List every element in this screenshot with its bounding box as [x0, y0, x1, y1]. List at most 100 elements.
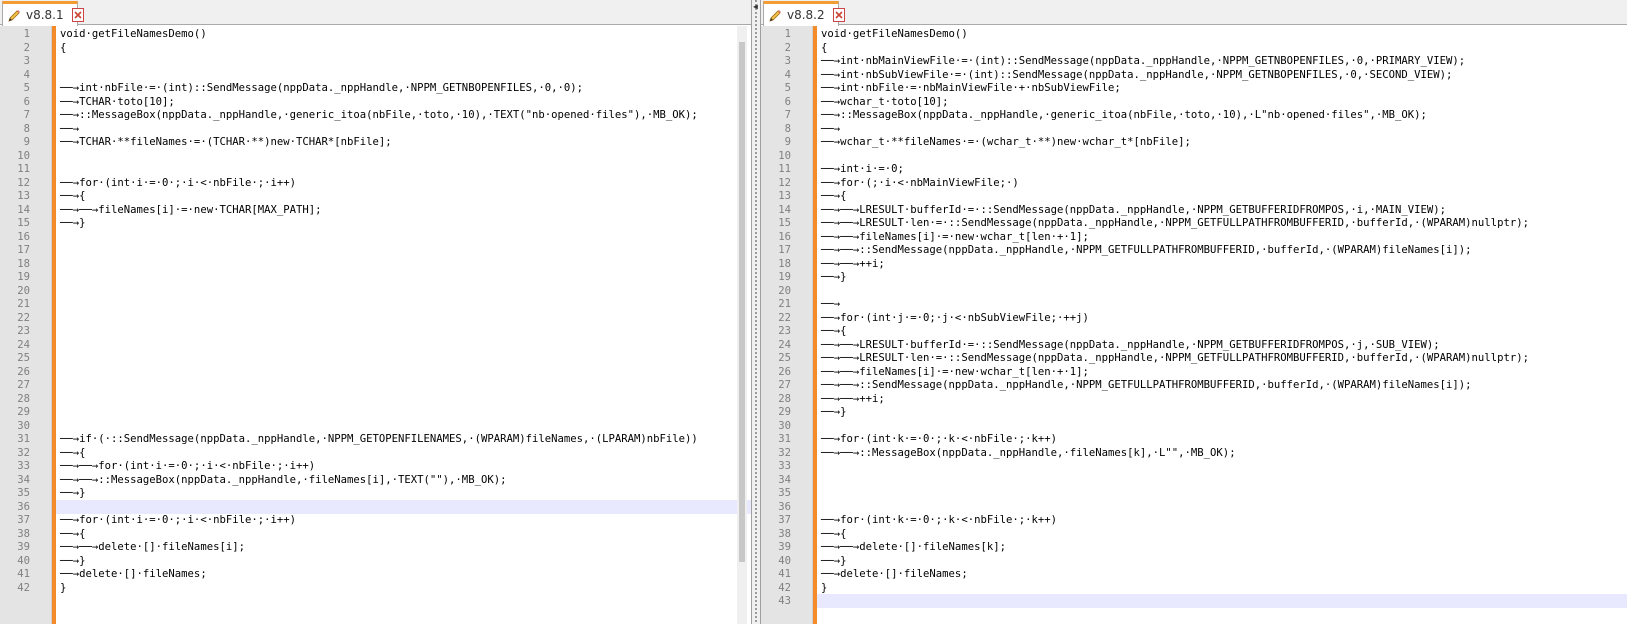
- code-line[interactable]: ──→}: [56, 486, 751, 500]
- code-line[interactable]: ──→}: [56, 554, 751, 568]
- right-code-editor[interactable]: 1 2 3 4 5 6 7 8 9 10 11 12 13 14 15 16 17 18 19 20 21 22 23 24 2…: [761, 26, 1627, 624]
- code-line[interactable]: ──→for·(;·i·<·nbMainViewFile;·): [817, 176, 1627, 190]
- code-line[interactable]: [56, 324, 751, 338]
- code-line[interactable]: ──→{: [817, 189, 1627, 203]
- code-line[interactable]: ──→delete·[]·fileNames;: [817, 567, 1627, 581]
- code-line[interactable]: void·getFileNamesDemo(): [56, 27, 751, 41]
- code-line[interactable]: ──→for·(int·j·=·0;·j·<·nbSubViewFile;·++…: [817, 311, 1627, 325]
- code-line[interactable]: ──→{: [817, 324, 1627, 338]
- code-line[interactable]: [56, 311, 751, 325]
- code-line[interactable]: ──→TCHAR·**fileNames·=·(TCHAR·**)new·TCH…: [56, 135, 751, 149]
- code-line[interactable]: [56, 499, 751, 514]
- code-line[interactable]: ──→──→::MessageBox(nppData._nppHandle,·f…: [56, 473, 751, 487]
- code-line[interactable]: [817, 459, 1627, 473]
- code-line[interactable]: [56, 419, 751, 433]
- code-line[interactable]: ──→──→LRESULT·bufferId·=·::SendMessage(n…: [817, 203, 1627, 217]
- code-area[interactable]: void·getFileNamesDemo(){──→int·nbMainVie…: [817, 26, 1627, 624]
- code-line[interactable]: [56, 284, 751, 298]
- code-line[interactable]: ──→wchar_t·toto[10];: [817, 95, 1627, 109]
- code-line[interactable]: ──→──→LRESULT·bufferId·=·::SendMessage(n…: [817, 338, 1627, 352]
- pane-splitter[interactable]: ◀: [751, 0, 761, 624]
- code-line[interactable]: [817, 284, 1627, 298]
- code-line[interactable]: ──→int·i·=·0;: [817, 162, 1627, 176]
- code-line[interactable]: ──→int·nbFile·=·(int)::SendMessage(nppDa…: [56, 81, 751, 95]
- code-line[interactable]: ──→int·nbFile·=·nbMainViewFile·+·nbSubVi…: [817, 81, 1627, 95]
- code-line[interactable]: [817, 486, 1627, 500]
- code-line[interactable]: ──→for·(int·k·=·0·;·k·<·nbFile·;·k++): [817, 513, 1627, 527]
- code-line[interactable]: ──→──→LRESULT·len·=·::SendMessage(nppDat…: [817, 216, 1627, 230]
- code-line[interactable]: [56, 68, 751, 82]
- code-line[interactable]: ──→for·(int·i·=·0·;·i·<·nbFile·;·i++): [56, 176, 751, 190]
- code-line[interactable]: ──→──→delete·[]·fileNames[k];: [817, 540, 1627, 554]
- code-line[interactable]: [56, 243, 751, 257]
- code-line[interactable]: ──→: [817, 122, 1627, 136]
- code-line[interactable]: ──→delete·[]·fileNames;: [56, 567, 751, 581]
- code-line[interactable]: ──→──→::SendMessage(nppData._nppHandle,·…: [817, 243, 1627, 257]
- code-line[interactable]: ──→{: [56, 446, 751, 460]
- code-line[interactable]: ──→::MessageBox(nppData._nppHandle,·gene…: [56, 108, 751, 122]
- left-editor-pane[interactable]: v8.8.1 1 2 3 4 5 6 7 8 9 10 11 12 13 14 15 16 17 18 19 20 21…: [0, 0, 751, 624]
- code-line[interactable]: ──→}: [817, 405, 1627, 419]
- code-line[interactable]: }: [56, 581, 751, 595]
- scrollbar-thumb[interactable]: [739, 42, 745, 562]
- code-line[interactable]: ──→wchar_t·**fileNames·=·(wchar_t·**)new…: [817, 135, 1627, 149]
- right-editor-pane[interactable]: v8.8.2 1 2 3 4 5 6 7 8 9 10 11 12 13 14 15 16 17 18 19 20 21…: [761, 0, 1627, 624]
- code-line[interactable]: ──→──→fileNames[i]·=·new·wchar_t[len·+·1…: [817, 365, 1627, 379]
- code-line[interactable]: ──→──→for·(int·i·=·0·;·i·<·nbFile·;·i++): [56, 459, 751, 473]
- code-line[interactable]: {: [56, 41, 751, 55]
- code-line[interactable]: ──→}: [56, 216, 751, 230]
- code-line[interactable]: ──→──→LRESULT·len·=·::SendMessage(nppDat…: [817, 351, 1627, 365]
- tab-v882[interactable]: v8.8.2: [763, 1, 845, 26]
- code-line[interactable]: ──→──→::SendMessage(nppData._nppHandle,·…: [817, 378, 1627, 392]
- code-line[interactable]: [817, 500, 1627, 514]
- code-line[interactable]: [56, 149, 751, 163]
- code-line[interactable]: ──→for·(int·k·=·0·;·k·<·nbFile·;·k++): [817, 432, 1627, 446]
- code-line[interactable]: [56, 365, 751, 379]
- code-line[interactable]: [56, 230, 751, 244]
- code-line[interactable]: [56, 54, 751, 68]
- code-line[interactable]: ──→}: [817, 554, 1627, 568]
- code-line[interactable]: [56, 351, 751, 365]
- splitter-arrow-icon[interactable]: ◀: [753, 2, 758, 11]
- code-line[interactable]: [56, 297, 751, 311]
- code-line[interactable]: ──→if·(·::SendMessage(nppData._nppHandle…: [56, 432, 751, 446]
- close-icon[interactable]: [71, 8, 84, 22]
- code-line[interactable]: ──→for·(int·i·=·0·;·i·<·nbFile·;·i++): [56, 513, 751, 527]
- code-line[interactable]: [56, 257, 751, 271]
- code-line[interactable]: [56, 378, 751, 392]
- code-line[interactable]: ──→──→++i;: [817, 392, 1627, 406]
- code-line[interactable]: ──→──→::MessageBox(nppData._nppHandle,·f…: [817, 446, 1627, 460]
- code-line[interactable]: [817, 149, 1627, 163]
- close-icon[interactable]: [832, 8, 845, 22]
- code-line[interactable]: ──→──→fileNames[i]·=·new·wchar_t[len·+·1…: [817, 230, 1627, 244]
- code-line[interactable]: [56, 270, 751, 284]
- code-line[interactable]: ──→──→++i;: [817, 257, 1627, 271]
- code-line[interactable]: void·getFileNamesDemo(): [817, 27, 1627, 41]
- code-line[interactable]: ──→::MessageBox(nppData._nppHandle,·gene…: [817, 108, 1627, 122]
- code-line[interactable]: ──→}: [817, 270, 1627, 284]
- code-line[interactable]: ──→int·nbMainViewFile·=·(int)::SendMessa…: [817, 54, 1627, 68]
- code-area[interactable]: void·getFileNamesDemo(){ ──→int·nbFile·=·…: [56, 26, 751, 624]
- code-line[interactable]: ──→{: [817, 527, 1627, 541]
- code-line[interactable]: [817, 594, 1627, 608]
- code-line[interactable]: [817, 473, 1627, 487]
- code-line[interactable]: ──→: [56, 122, 751, 136]
- left-code-editor[interactable]: 1 2 3 4 5 6 7 8 9 10 11 12 13 14 15 16 17 18 19 20 21 22 23 24 2…: [0, 26, 751, 624]
- code-line[interactable]: [56, 392, 751, 406]
- code-line[interactable]: ──→int·nbSubViewFile·=·(int)::SendMessag…: [817, 68, 1627, 82]
- code-line[interactable]: ──→TCHAR·toto[10];: [56, 95, 751, 109]
- code-line[interactable]: [56, 338, 751, 352]
- code-line[interactable]: ──→──→fileNames[i]·=·new·TCHAR[MAX_PATH]…: [56, 203, 751, 217]
- code-line[interactable]: ──→──→delete·[]·fileNames[i];: [56, 540, 751, 554]
- tab-v881[interactable]: v8.8.1: [2, 1, 84, 26]
- code-line[interactable]: ──→{: [56, 189, 751, 203]
- code-line[interactable]: {: [817, 41, 1627, 55]
- vertical-scrollbar[interactable]: [737, 26, 747, 624]
- code-line[interactable]: [56, 162, 751, 176]
- code-line[interactable]: [817, 419, 1627, 433]
- code-line[interactable]: [56, 405, 751, 419]
- code-line[interactable]: }: [817, 581, 1627, 595]
- code-line[interactable]: ──→{: [56, 527, 751, 541]
- code-line[interactable]: ──→: [817, 297, 1627, 311]
- splitter-grip[interactable]: [755, 0, 757, 624]
